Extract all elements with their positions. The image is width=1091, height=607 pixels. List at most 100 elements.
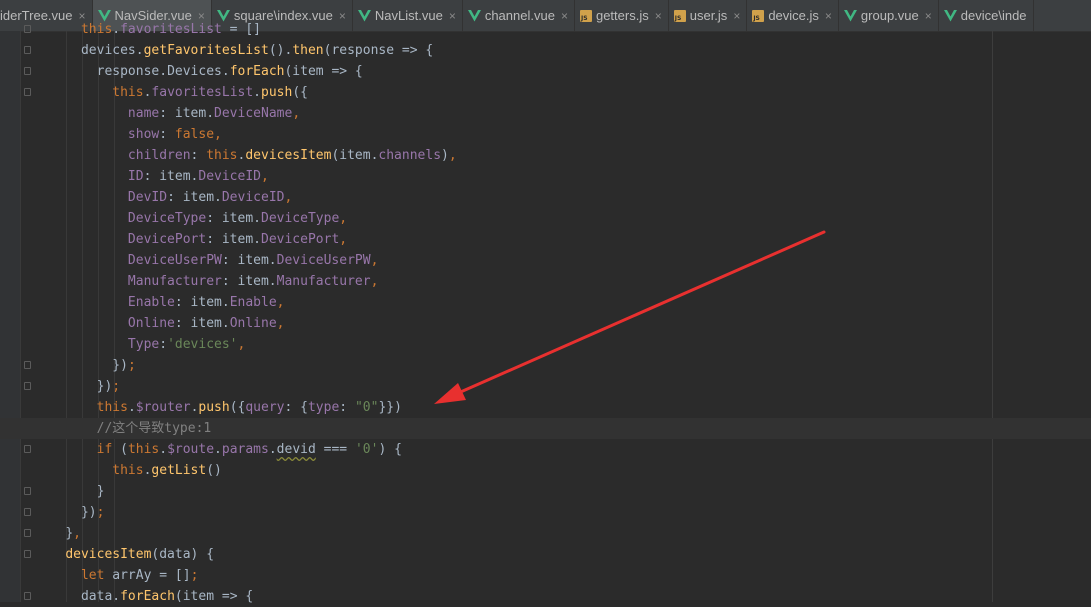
code-token: . [253, 85, 261, 100]
code-line[interactable]: name: item.DeviceName, [0, 103, 1091, 124]
code-token: DeviceID [198, 169, 261, 184]
code-line[interactable]: this.favoritesList = [] [0, 19, 1091, 40]
code-token: , [284, 190, 293, 205]
code-token: . [112, 22, 121, 37]
code-token: , [339, 232, 348, 247]
code-token: response.Devices. [96, 64, 230, 79]
code-line[interactable]: show: false, [0, 124, 1091, 145]
code-token: . [127, 400, 136, 415]
code-token: 'devices' [167, 337, 238, 352]
code-line[interactable]: this.$router.push({query: {type: "0"}}) [0, 397, 1091, 418]
code-line[interactable]: DevID: item.DeviceID, [0, 187, 1091, 208]
fold-marker-icon[interactable] [24, 487, 31, 495]
code-line[interactable]: //这个导致type:1 [0, 418, 1091, 439]
code-token: (). [268, 43, 293, 58]
code-line[interactable]: data.forEach(item => { [0, 586, 1091, 607]
code-line[interactable]: }, [0, 523, 1091, 544]
code-token: favoritesList [151, 85, 254, 100]
code-line[interactable]: devicesItem(data) { [0, 544, 1091, 565]
code-token: . [214, 442, 222, 457]
code-line[interactable]: DevicePort: item.DevicePort, [0, 229, 1091, 250]
code-token: ; [190, 568, 199, 583]
code-token: getList [151, 463, 207, 478]
code-token: , [237, 337, 246, 352]
fold-marker-icon[interactable] [24, 508, 31, 516]
code-line[interactable]: Type:'devices', [0, 334, 1091, 355]
code-token: ) [441, 148, 449, 163]
code-line[interactable]: this.favoritesList.push({ [0, 82, 1091, 103]
code-token: : item. [167, 190, 222, 205]
code-token: devicesItem [245, 148, 332, 163]
code-line[interactable]: children: this.devicesItem(item.channels… [0, 145, 1091, 166]
code-line[interactable]: DeviceType: item.DeviceType, [0, 208, 1091, 229]
fold-marker-icon[interactable] [24, 88, 31, 96]
code-token: : item. [206, 211, 261, 226]
code-token: (item. [331, 148, 379, 163]
code-editor[interactable]: this.favoritesList = [] devices.getFavor… [0, 22, 1091, 604]
code-token: ) { [378, 442, 402, 457]
fold-marker-icon[interactable] [24, 25, 31, 33]
code-token: , [261, 169, 269, 184]
fold-marker-icon[interactable] [24, 361, 31, 369]
code-token: ; [112, 379, 121, 394]
fold-marker-icon[interactable] [24, 529, 31, 537]
code-token: ( [120, 442, 128, 457]
code-token: ({ [229, 400, 246, 415]
fold-marker-icon[interactable] [24, 592, 31, 600]
code-token: this [112, 463, 144, 478]
code-line[interactable]: let arrAy = []; [0, 565, 1091, 586]
code-token: DeviceName [214, 106, 293, 121]
code-token: , [214, 127, 222, 142]
code-lines[interactable]: this.favoritesList = [] devices.getFavor… [0, 19, 1091, 607]
code-line[interactable]: if (this.$route.params.devid === '0') { [0, 439, 1091, 460]
code-token: : { [284, 400, 308, 415]
code-token: : [339, 400, 355, 415]
code-token: push [198, 400, 230, 415]
fold-marker-icon[interactable] [24, 67, 31, 75]
code-token: type [307, 400, 340, 415]
code-token: , [276, 295, 285, 310]
code-token: } [96, 484, 105, 499]
code-line[interactable]: Manufacturer: item.Manufacturer, [0, 271, 1091, 292]
code-token: getFavoritesList [143, 43, 269, 58]
code-token: show [127, 127, 160, 142]
code-token: this [206, 148, 238, 163]
fold-marker-icon[interactable] [24, 46, 31, 54]
code-token: : item. [159, 106, 215, 121]
code-line[interactable]: }); [0, 355, 1091, 376]
code-line[interactable]: }); [0, 502, 1091, 523]
fold-marker-icon[interactable] [24, 550, 31, 558]
code-line[interactable]: DeviceUserPW: item.DeviceUserPW, [0, 250, 1091, 271]
code-line[interactable]: Enable: item.Enable, [0, 292, 1091, 313]
fold-marker-icon[interactable] [24, 445, 31, 453]
code-token: : item. [143, 169, 199, 184]
code-token: DeviceUserPW [127, 253, 222, 268]
code-token: , [370, 253, 379, 268]
code-token: : [190, 148, 207, 163]
code-token: this [127, 442, 160, 457]
fold-marker-icon[interactable] [24, 382, 31, 390]
code-line[interactable]: ID: item.DeviceID, [0, 166, 1091, 187]
code-token: Type [127, 337, 160, 352]
code-line[interactable]: response.Devices.forEach(item => { [0, 61, 1091, 82]
code-token: $router [135, 400, 191, 415]
code-line[interactable]: } [0, 481, 1091, 502]
code-line[interactable]: }); [0, 376, 1091, 397]
code-token: false [174, 127, 215, 142]
code-line[interactable]: devices.getFavoritesList().then(response… [0, 40, 1091, 61]
code-line[interactable]: this.getList() [0, 460, 1091, 481]
code-line[interactable]: Online: item.Online, [0, 313, 1091, 334]
code-token: DeviceType [127, 211, 207, 226]
code-token: Manufacturer [276, 274, 371, 289]
